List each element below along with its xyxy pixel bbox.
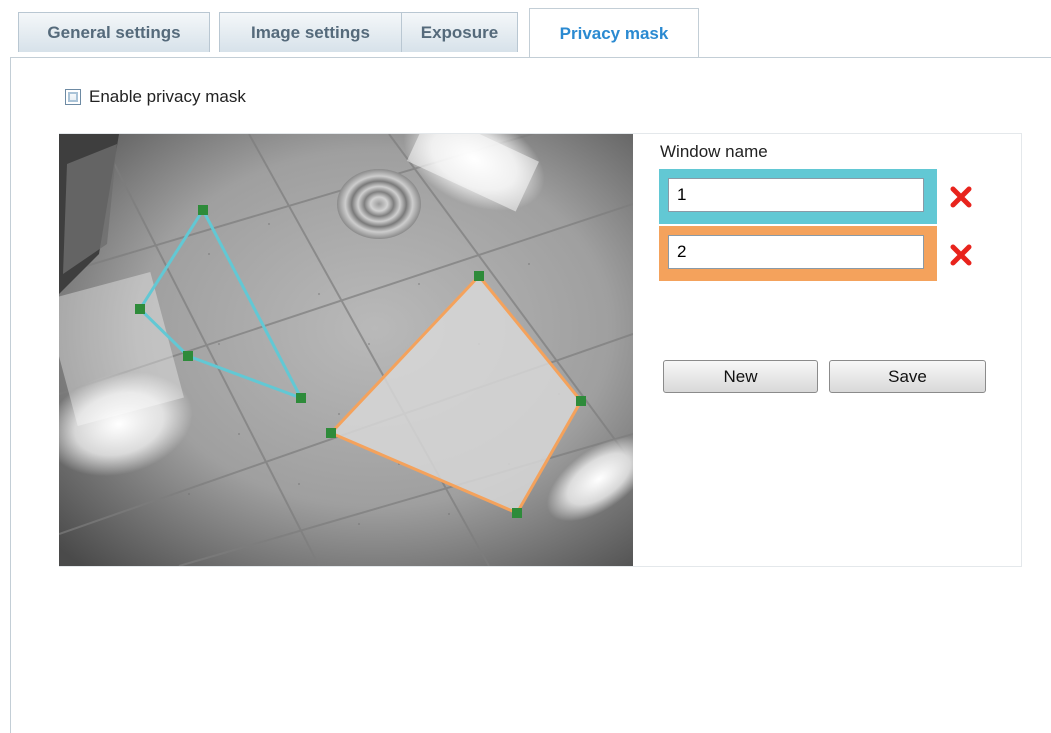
tab-image-settings[interactable]: Image settings xyxy=(219,12,402,52)
mask-1-vertex-handle[interactable] xyxy=(296,393,306,403)
save-button[interactable]: Save xyxy=(829,360,986,393)
window-name-title: Window name xyxy=(660,142,768,161)
new-button[interactable]: New xyxy=(663,360,818,393)
content-frame-left xyxy=(10,57,11,733)
window-name-input-2[interactable] xyxy=(668,235,924,269)
mask-1-vertex-handle[interactable] xyxy=(198,205,208,215)
enable-privacy-mask-label[interactable]: Enable privacy mask xyxy=(89,87,246,107)
delete-window-1-icon[interactable] xyxy=(949,185,973,209)
camera-view xyxy=(59,134,633,566)
enable-privacy-mask-row: Enable privacy mask xyxy=(65,87,246,107)
content-frame-top xyxy=(10,57,1051,58)
enable-privacy-mask-checkbox[interactable] xyxy=(65,89,81,105)
tab-exposure[interactable]: Exposure xyxy=(401,12,518,52)
delete-window-2-icon[interactable] xyxy=(949,243,973,267)
mask-2-vertex-handle[interactable] xyxy=(512,508,522,518)
mask-1-vertex-handle[interactable] xyxy=(183,351,193,361)
tab-general-settings[interactable]: General settings xyxy=(18,12,210,52)
window-name-input-1[interactable] xyxy=(668,178,924,212)
mask-2-vertex-handle[interactable] xyxy=(326,428,336,438)
window-row-2 xyxy=(659,226,937,281)
mask-1-vertex-handle[interactable] xyxy=(135,304,145,314)
video-preview[interactable] xyxy=(59,134,633,566)
mask-2-vertex-handle[interactable] xyxy=(474,271,484,281)
mask-2-vertex-handle[interactable] xyxy=(576,396,586,406)
tab-privacy-mask[interactable]: Privacy mask xyxy=(529,8,699,58)
window-row-1 xyxy=(659,169,937,224)
